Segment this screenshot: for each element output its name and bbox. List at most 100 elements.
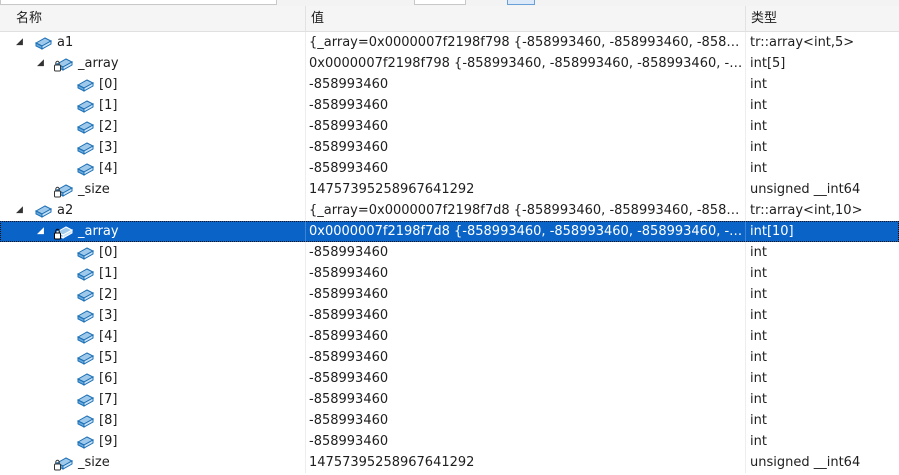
column-header-type[interactable]: 类型 (751, 6, 777, 31)
column-divider (745, 347, 746, 368)
column-divider (745, 326, 746, 347)
variable-name: [6] (99, 371, 118, 386)
name-cell: ◢ _array (0, 221, 305, 242)
variable-name: [8] (99, 413, 118, 428)
tree-row[interactable]: [3] -858993460 int (0, 137, 899, 158)
tree-row[interactable]: [6] -858993460 int (0, 368, 899, 389)
value-cell[interactable]: 0x0000007f2198f7d8 {-858993460, -8589934… (309, 221, 745, 242)
field-icon (75, 76, 95, 93)
name-cell: [3] (0, 137, 305, 158)
tree-row[interactable]: [4] -858993460 int (0, 158, 899, 179)
column-divider (745, 368, 746, 389)
tree-row[interactable]: [4] -858993460 int (0, 326, 899, 347)
value-cell[interactable]: -858993460 (309, 158, 745, 179)
value-cell[interactable]: 0x0000007f2198f798 {-858993460, -8589934… (309, 53, 745, 74)
value-cell[interactable]: 14757395258967641292 (309, 179, 745, 200)
variable-name: [2] (99, 119, 118, 134)
value-cell[interactable]: -858993460 (309, 326, 745, 347)
value-cell[interactable]: -858993460 (309, 347, 745, 368)
type-cell: int (750, 371, 767, 386)
column-divider (745, 53, 746, 74)
tree-row[interactable]: ◢ a2 {_array=0x0000007f2198f7d8 {-85899346… (0, 200, 899, 221)
tree-row[interactable]: ◢ _array 0x0000007f2198f7d8 {-858993460, -… (0, 221, 899, 242)
tree-row[interactable]: [5] -858993460 int (0, 347, 899, 368)
expand-arrow-icon[interactable]: ◢ (16, 200, 26, 221)
tree-row[interactable]: [1] -858993460 int (0, 263, 899, 284)
column-divider (745, 137, 746, 158)
name-cell: [9] (0, 431, 305, 452)
column-resize-handle[interactable] (745, 6, 746, 31)
column-divider (745, 410, 746, 431)
column-divider (305, 368, 306, 389)
tree-row[interactable]: [1] -858993460 int (0, 95, 899, 116)
value-cell[interactable]: -858993460 (309, 389, 745, 410)
tree-row[interactable]: [0] -858993460 int (0, 74, 899, 95)
value-cell[interactable]: {_array=0x0000007f2198f798 {-858993460, … (309, 32, 745, 53)
value-cell[interactable]: -858993460 (309, 431, 745, 452)
value-cell[interactable]: {_array=0x0000007f2198f7d8 {-858993460, … (309, 200, 745, 221)
column-divider (305, 452, 306, 473)
field-icon (75, 328, 95, 345)
type-cell: int (750, 413, 767, 428)
column-divider (305, 347, 306, 368)
column-divider (745, 221, 746, 242)
private-field-icon (54, 181, 74, 198)
tree-row[interactable]: _size 14757395258967641292 unsigned __int6… (0, 179, 899, 200)
variable-name: [0] (99, 77, 118, 92)
value-cell[interactable]: -858993460 (309, 284, 745, 305)
field-icon (33, 202, 53, 219)
expand-arrow-icon[interactable]: ◢ (37, 221, 47, 242)
value-cell[interactable]: -858993460 (309, 305, 745, 326)
tree-row[interactable]: [2] -858993460 int (0, 116, 899, 137)
tree-row[interactable]: [2] -858993460 int (0, 284, 899, 305)
value-cell[interactable]: -858993460 (309, 95, 745, 116)
column-header-value[interactable]: 值 (311, 6, 324, 31)
value-cell[interactable]: -858993460 (309, 116, 745, 137)
name-cell: [2] (0, 116, 305, 137)
type-cell: int (750, 266, 767, 281)
private-field-icon (54, 55, 74, 72)
tree-row[interactable]: _size 14757395258967641292 unsigned __int6… (0, 452, 899, 473)
type-cell: int (750, 161, 767, 176)
column-divider (305, 242, 306, 263)
name-cell: ◢ a2 (0, 200, 305, 221)
expand-arrow-icon[interactable]: ◢ (16, 32, 26, 53)
tree-row[interactable]: [9] -858993460 int (0, 431, 899, 452)
tree-row[interactable]: [8] -858993460 int (0, 410, 899, 431)
value-cell[interactable]: -858993460 (309, 137, 745, 158)
column-divider (305, 200, 306, 221)
name-cell: [8] (0, 410, 305, 431)
value-cell[interactable]: -858993460 (309, 263, 745, 284)
tree-row[interactable]: ◢ _array 0x0000007f2198f798 {-858993460, -… (0, 53, 899, 74)
tree-row[interactable]: [3] -858993460 int (0, 305, 899, 326)
value-cell[interactable]: 14757395258967641292 (309, 452, 745, 473)
value-cell[interactable]: -858993460 (309, 74, 745, 95)
field-icon (75, 391, 95, 408)
tree-row[interactable]: ◢ a1 {_array=0x0000007f2198f798 {-85899346… (0, 32, 899, 53)
column-resize-handle[interactable] (305, 6, 306, 31)
variable-name: _size (78, 182, 110, 197)
expand-arrow-icon[interactable]: ◢ (37, 53, 47, 74)
value-cell[interactable]: -858993460 (309, 242, 745, 263)
search-box[interactable] (0, 0, 277, 5)
name-cell: [2] (0, 284, 305, 305)
tree-row[interactable]: [0] -858993460 int (0, 242, 899, 263)
field-icon (75, 244, 95, 261)
variable-name: _size (78, 455, 110, 470)
variable-name: [1] (99, 266, 118, 281)
value-cell[interactable]: -858993460 (309, 368, 745, 389)
tree-row[interactable]: [7] -858993460 int (0, 389, 899, 410)
search-button[interactable] (507, 0, 535, 5)
search-depth-box[interactable] (414, 0, 466, 5)
field-icon (75, 412, 95, 429)
column-divider (745, 431, 746, 452)
field-icon (75, 307, 95, 324)
variable-name: [7] (99, 392, 118, 407)
variable-name: [3] (99, 308, 118, 323)
name-cell: [5] (0, 347, 305, 368)
column-header-name[interactable]: 名称 (16, 6, 42, 31)
name-cell: [4] (0, 158, 305, 179)
column-divider (305, 263, 306, 284)
value-cell[interactable]: -858993460 (309, 410, 745, 431)
field-icon (33, 34, 53, 51)
